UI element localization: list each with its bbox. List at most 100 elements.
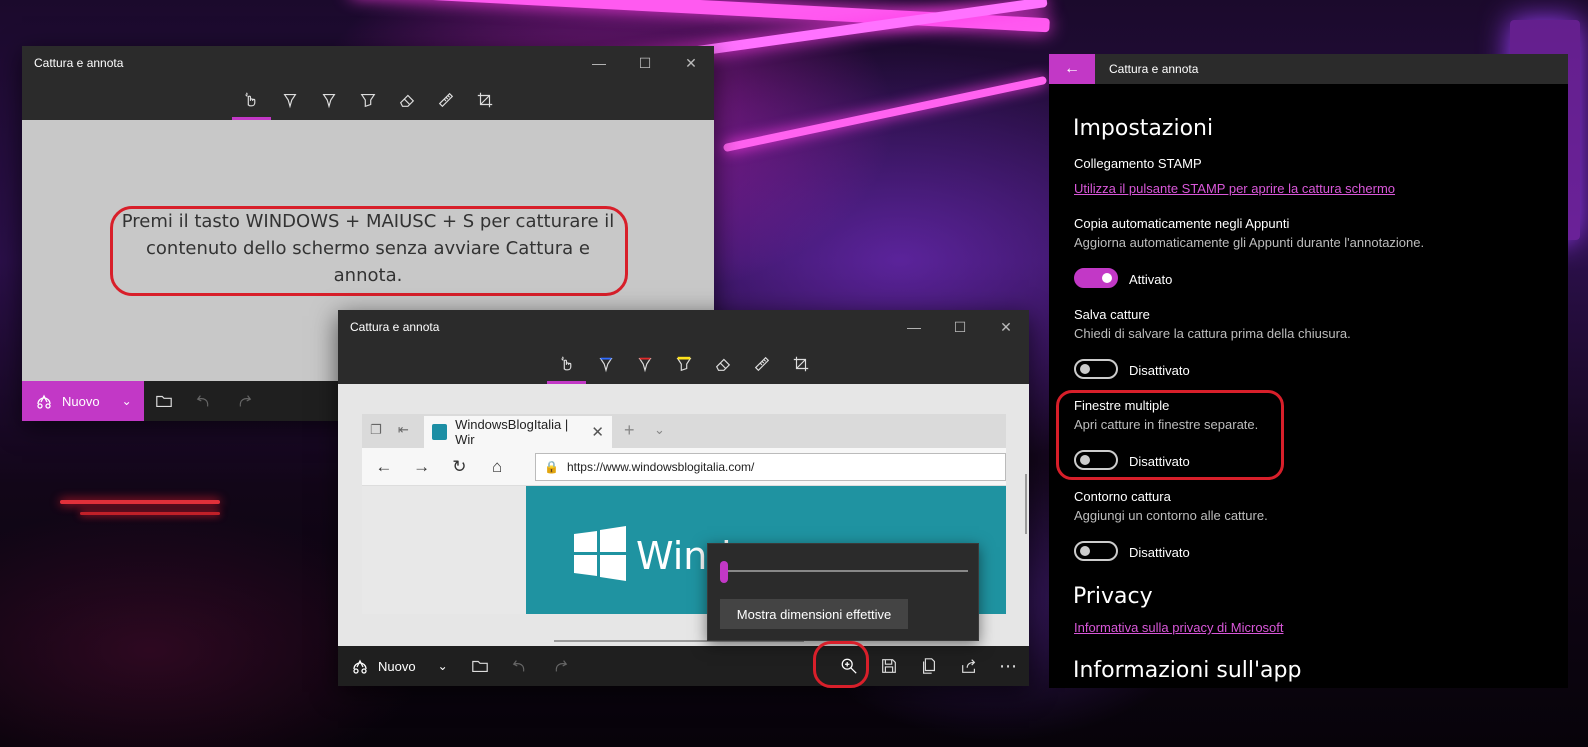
- maximize-button[interactable]: ☐: [937, 310, 983, 344]
- share-button[interactable]: [949, 646, 989, 686]
- border-toggle[interactable]: [1074, 541, 1118, 561]
- new-tab-icon: +: [624, 420, 635, 440]
- set-aside-tabs-icon: ⇤: [398, 422, 409, 437]
- pencil-tool[interactable]: [625, 344, 664, 384]
- forward-arrow-icon: →: [413, 456, 431, 476]
- settings-heading: Impostazioni: [1073, 116, 1214, 141]
- new-snip-button[interactable]: Nuovo ⌄: [338, 646, 460, 686]
- site-favicon-icon: [432, 424, 448, 440]
- more-icon: ⋯: [999, 655, 1019, 676]
- stamp-link[interactable]: Utilizza il pulsante STAMP per aprire la…: [1074, 181, 1395, 196]
- redo-icon: [239, 395, 251, 407]
- open-file-button[interactable]: [460, 646, 500, 686]
- ruler-tool[interactable]: [742, 344, 781, 384]
- maximize-button[interactable]: ☐: [622, 46, 668, 80]
- minimize-button[interactable]: —: [576, 46, 622, 80]
- copy-icon: [923, 658, 935, 674]
- clipboard-toggle[interactable]: [1074, 268, 1118, 288]
- bottom-toolbar: Nuovo ⌄ ⋯: [338, 646, 1029, 686]
- crop-tool[interactable]: [466, 80, 505, 120]
- save-toggle[interactable]: [1074, 359, 1118, 379]
- home-icon: ⌂: [491, 456, 503, 476]
- save-icon: [882, 659, 896, 673]
- crop-icon: [793, 356, 808, 372]
- toggle-knob: [1080, 546, 1090, 556]
- minimize-button[interactable]: —: [891, 310, 937, 344]
- zoom-callout-circle: [813, 641, 869, 688]
- new-snip-label: Nuovo: [378, 658, 416, 674]
- touch-hand-icon: [245, 92, 256, 107]
- background-neon: [60, 500, 220, 504]
- about-heading: Informazioni sull'app: [1073, 658, 1302, 683]
- pencil-icon: [322, 94, 336, 109]
- ballpoint-pen-tool[interactable]: [271, 80, 310, 120]
- zoom-slider-thumb[interactable]: [720, 561, 728, 583]
- back-arrow-icon: ←: [1064, 60, 1080, 77]
- browser-address-bar: ← → ↻ ⌂ 🔒 https://www.windowsblogitalia.…: [362, 448, 1007, 486]
- tab-actions-icon: ❐: [370, 422, 382, 437]
- touch-writing-tool[interactable]: [231, 80, 271, 120]
- window-title: Cattura e annota: [350, 320, 440, 334]
- snip-scissors-icon: [353, 659, 367, 674]
- chevron-down-icon[interactable]: ⌄: [122, 394, 132, 408]
- share-icon: [962, 659, 976, 673]
- zoom-slider-track[interactable]: [724, 570, 968, 572]
- refresh-icon: ↻: [452, 456, 467, 476]
- toolbar: [22, 80, 714, 120]
- border-desc: Aggiungi un contorno alle catture.: [1074, 508, 1268, 523]
- touch-writing-tool[interactable]: [547, 344, 586, 384]
- close-icon: ✕: [591, 424, 604, 441]
- save-button[interactable]: [869, 646, 909, 686]
- background-neon: [80, 512, 220, 515]
- chevron-down-icon: ⌄: [654, 422, 665, 437]
- titlebar[interactable]: Cattura e annota — ☐ ✕: [22, 46, 714, 80]
- open-file-button[interactable]: [144, 381, 184, 421]
- more-options-button[interactable]: ⋯: [989, 646, 1029, 686]
- folder-icon: [155, 395, 172, 407]
- chevron-down-icon[interactable]: ⌄: [438, 659, 448, 673]
- new-snip-label: Nuovo: [62, 393, 100, 409]
- back-button[interactable]: ←: [1049, 54, 1095, 84]
- highlighter-tool[interactable]: [664, 344, 703, 384]
- url-field: 🔒 https://www.windowsblogitalia.com/: [535, 452, 1007, 481]
- copy-button[interactable]: [909, 646, 949, 686]
- save-desc: Chiedi di salvare la cattura prima della…: [1074, 326, 1351, 341]
- url-text: https://www.windowsblogitalia.com/: [566, 459, 755, 474]
- highlighter-tool[interactable]: [349, 80, 388, 120]
- redo-button[interactable]: [540, 646, 580, 686]
- border-label: Contorno cattura: [1074, 489, 1171, 504]
- close-button[interactable]: ✕: [668, 46, 714, 80]
- pencil-tool[interactable]: [310, 80, 349, 120]
- toggle-knob: [1080, 364, 1090, 374]
- privacy-link[interactable]: Informativa sulla privacy di Microsoft: [1074, 620, 1284, 635]
- ruler-icon: [754, 356, 769, 372]
- undo-icon: [512, 660, 524, 672]
- vertical-scrollbar[interactable]: [1025, 474, 1027, 534]
- eraser-tool[interactable]: [703, 344, 742, 384]
- background-neon: [722, 75, 1048, 153]
- pen-icon: [599, 357, 612, 373]
- settings-panel: ← Cattura e annota Impostazioni Collegam…: [1049, 54, 1568, 688]
- stamp-label: Collegamento STAMP: [1074, 156, 1202, 171]
- undo-icon: [196, 395, 208, 407]
- ballpoint-pen-tool[interactable]: [586, 344, 625, 384]
- crop-tool[interactable]: [781, 344, 820, 384]
- folder-icon: [471, 660, 488, 672]
- ruler-icon: [438, 92, 454, 108]
- undo-button[interactable]: [184, 381, 224, 421]
- titlebar[interactable]: Cattura e annota — ☐ ✕: [338, 310, 1029, 344]
- close-button[interactable]: ✕: [983, 310, 1029, 344]
- undo-button[interactable]: [500, 646, 540, 686]
- browser-tab-title: WindowsBlogItalia | Wir: [455, 417, 569, 447]
- ruler-tool[interactable]: [427, 80, 466, 120]
- clipboard-desc: Aggiorna automaticamente gli Appunti dur…: [1074, 235, 1425, 250]
- crop-icon: [477, 92, 493, 108]
- clipboard-label: Copia automaticamente negli Appunti: [1074, 216, 1290, 231]
- new-snip-button[interactable]: Nuovo ⌄: [22, 381, 144, 421]
- redo-button[interactable]: [224, 381, 264, 421]
- save-state: Disattivato: [1129, 363, 1190, 378]
- actual-size-button[interactable]: Mostra dimensioni effettive: [720, 599, 908, 629]
- browser-tab-strip: ❐ ⇤ WindowsBlogItalia | Wir ✕ + ⌄: [362, 414, 1006, 448]
- zoom-flyout: Mostra dimensioni effettive: [707, 543, 979, 641]
- eraser-tool[interactable]: [388, 80, 427, 120]
